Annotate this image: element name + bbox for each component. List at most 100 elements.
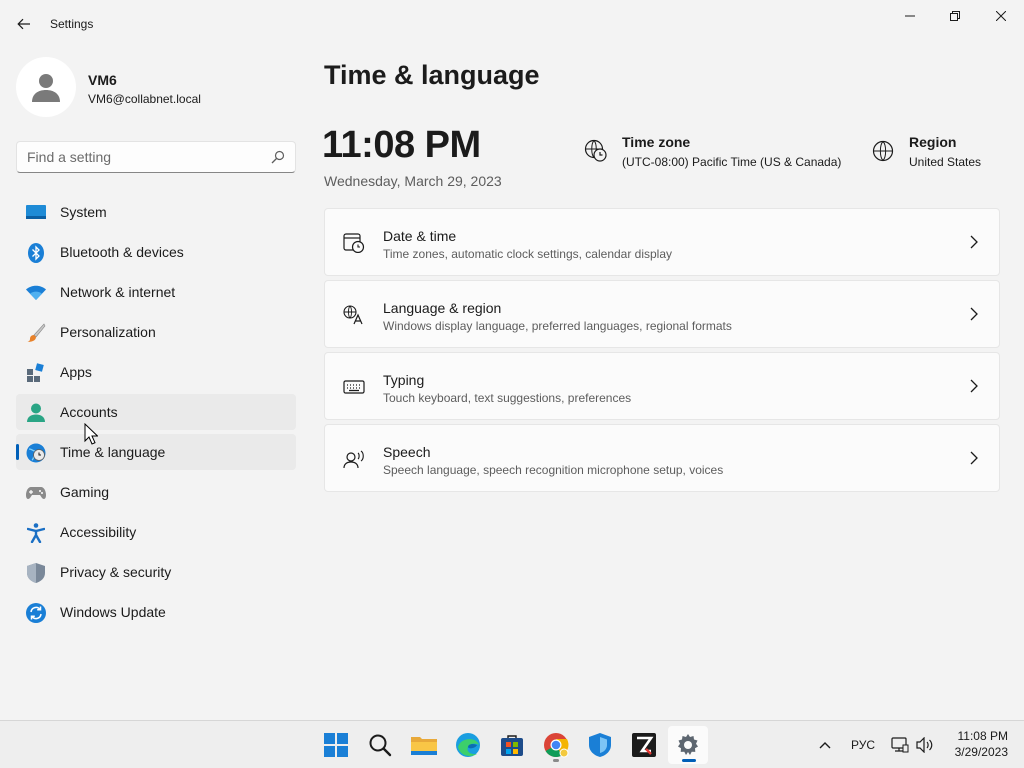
sidebar-item-label: Time & language [60, 444, 166, 460]
taskbar-clock-date: 3/29/2023 [954, 745, 1008, 759]
search-input[interactable] [27, 142, 257, 172]
close-button[interactable] [979, 4, 1023, 28]
sidebar-item-label: Windows Update [60, 604, 166, 620]
update-icon [26, 603, 46, 623]
restore-icon [950, 11, 960, 21]
card-speech[interactable]: Speech Speech language, speech recogniti… [324, 424, 1000, 492]
bluetooth-icon [26, 243, 46, 263]
taskbar-settings[interactable] [668, 726, 708, 764]
sidebar-item-label: Gaming [60, 484, 110, 500]
title-bar: Settings [0, 0, 1024, 48]
chevron-right-icon [970, 235, 978, 249]
back-button[interactable] [10, 12, 38, 36]
user-name: VM6 [88, 72, 117, 88]
speech-icon [343, 450, 364, 469]
taskbar-store[interactable] [492, 726, 532, 764]
sidebar-item-label: Apps [60, 364, 92, 380]
card-title: Typing [383, 372, 425, 388]
sidebar-item-label: Privacy & security [60, 564, 172, 580]
sidebar-item-bluetooth[interactable]: Bluetooth & devices [16, 234, 296, 270]
edge-icon [456, 733, 480, 757]
user-profile[interactable]: VM6 VM6@collabnet.local [16, 57, 296, 117]
restore-button[interactable] [933, 4, 977, 28]
wifi-icon [26, 283, 46, 303]
store-icon [501, 735, 523, 756]
language-icon [343, 305, 363, 325]
back-arrow-icon [17, 18, 30, 30]
tray-overflow-button[interactable] [814, 733, 836, 757]
timezone-value: (UTC-08:00) Pacific Time (US & Canada) [622, 155, 842, 169]
sidebar-item-label: Bluetooth & devices [60, 244, 184, 260]
sidebar-item-personalization[interactable]: Personalization [16, 314, 296, 350]
card-subtitle: Windows display language, preferred lang… [383, 319, 732, 333]
chevron-right-icon [970, 379, 978, 393]
user-email: VM6@collabnet.local [88, 92, 201, 106]
taskbar-clock[interactable]: 11:08 PM 3/29/2023 [940, 728, 1016, 764]
time-language-icon [26, 443, 46, 463]
defender-icon [589, 733, 611, 757]
taskbar-clock-time: 11:08 PM [957, 729, 1008, 743]
current-time: 11:08 PM [322, 124, 481, 166]
user-icon [32, 74, 60, 102]
search-box[interactable] [16, 141, 296, 173]
sidebar-item-system[interactable]: System [16, 194, 296, 230]
gamepad-icon [26, 483, 46, 503]
sidebar-item-accounts[interactable]: Accounts [16, 394, 296, 430]
region-value: United States [909, 155, 982, 169]
page-title: Time & language [324, 60, 540, 90]
taskbar-chrome[interactable] [536, 726, 576, 764]
sidebar-item-label: System [60, 204, 107, 220]
card-date-time[interactable]: Date & time Time zones, automatic clock … [324, 208, 1000, 276]
sidebar-item-label: Network & internet [60, 284, 176, 300]
sidebar-nav: System Bluetooth & devices Network & int… [16, 194, 296, 634]
sidebar-item-label: Accounts [60, 404, 118, 420]
card-title: Date & time [383, 228, 457, 244]
timezone-label: Time zone [622, 134, 691, 150]
taskbar-search-button[interactable] [360, 726, 400, 764]
account-icon [26, 403, 46, 423]
sidebar-item-accessibility[interactable]: Accessibility [16, 514, 296, 550]
taskbar-defender[interactable] [580, 726, 620, 764]
start-icon [324, 733, 348, 757]
volume-icon [916, 737, 933, 753]
keyboard-icon [343, 380, 365, 394]
search-icon[interactable] [271, 150, 285, 164]
volume-control[interactable] [914, 733, 936, 757]
file-explorer-icon [411, 737, 437, 755]
sidebar-item-label: Accessibility [60, 524, 137, 540]
taskbar-file-explorer[interactable] [404, 726, 444, 764]
network-status[interactable] [889, 733, 911, 757]
sidebar-item-privacy[interactable]: Privacy & security [16, 554, 296, 590]
filezilla-icon [632, 733, 656, 757]
globe-icon [872, 140, 894, 162]
sidebar-item-time-language[interactable]: Time & language [16, 434, 296, 470]
taskbar-filezilla[interactable] [624, 726, 664, 764]
calendar-clock-icon [343, 233, 365, 253]
taskbar-start-button[interactable] [316, 726, 356, 764]
card-title: Language & region [383, 300, 502, 316]
taskbar-edge[interactable] [448, 726, 488, 764]
close-icon [996, 11, 1006, 21]
sidebar-item-network[interactable]: Network & internet [16, 274, 296, 310]
minimize-button[interactable] [888, 4, 932, 28]
brush-icon [26, 323, 46, 343]
minimize-icon [905, 15, 915, 17]
sidebar-item-windows-update[interactable]: Windows Update [16, 594, 296, 630]
current-date: Wednesday, March 29, 2023 [324, 173, 502, 189]
app-title: Settings [50, 17, 94, 31]
taskbar: РУС 11:08 PM 3/29/2023 [0, 720, 1024, 768]
system-icon [26, 203, 46, 223]
search-icon [369, 734, 392, 757]
sidebar-item-gaming[interactable]: Gaming [16, 474, 296, 510]
chrome-icon [544, 733, 569, 758]
language-indicator[interactable]: РУС [846, 733, 880, 757]
card-language-region[interactable]: Language & region Windows display langua… [324, 280, 1000, 348]
chevron-up-icon [819, 742, 831, 749]
card-typing[interactable]: Typing Touch keyboard, text suggestions,… [324, 352, 1000, 420]
sidebar-item-apps[interactable]: Apps [16, 354, 296, 390]
card-subtitle: Speech language, speech recognition micr… [383, 463, 724, 477]
chevron-right-icon [970, 451, 978, 465]
shield-icon [26, 563, 46, 583]
card-title: Speech [383, 444, 431, 460]
avatar[interactable] [16, 57, 76, 117]
